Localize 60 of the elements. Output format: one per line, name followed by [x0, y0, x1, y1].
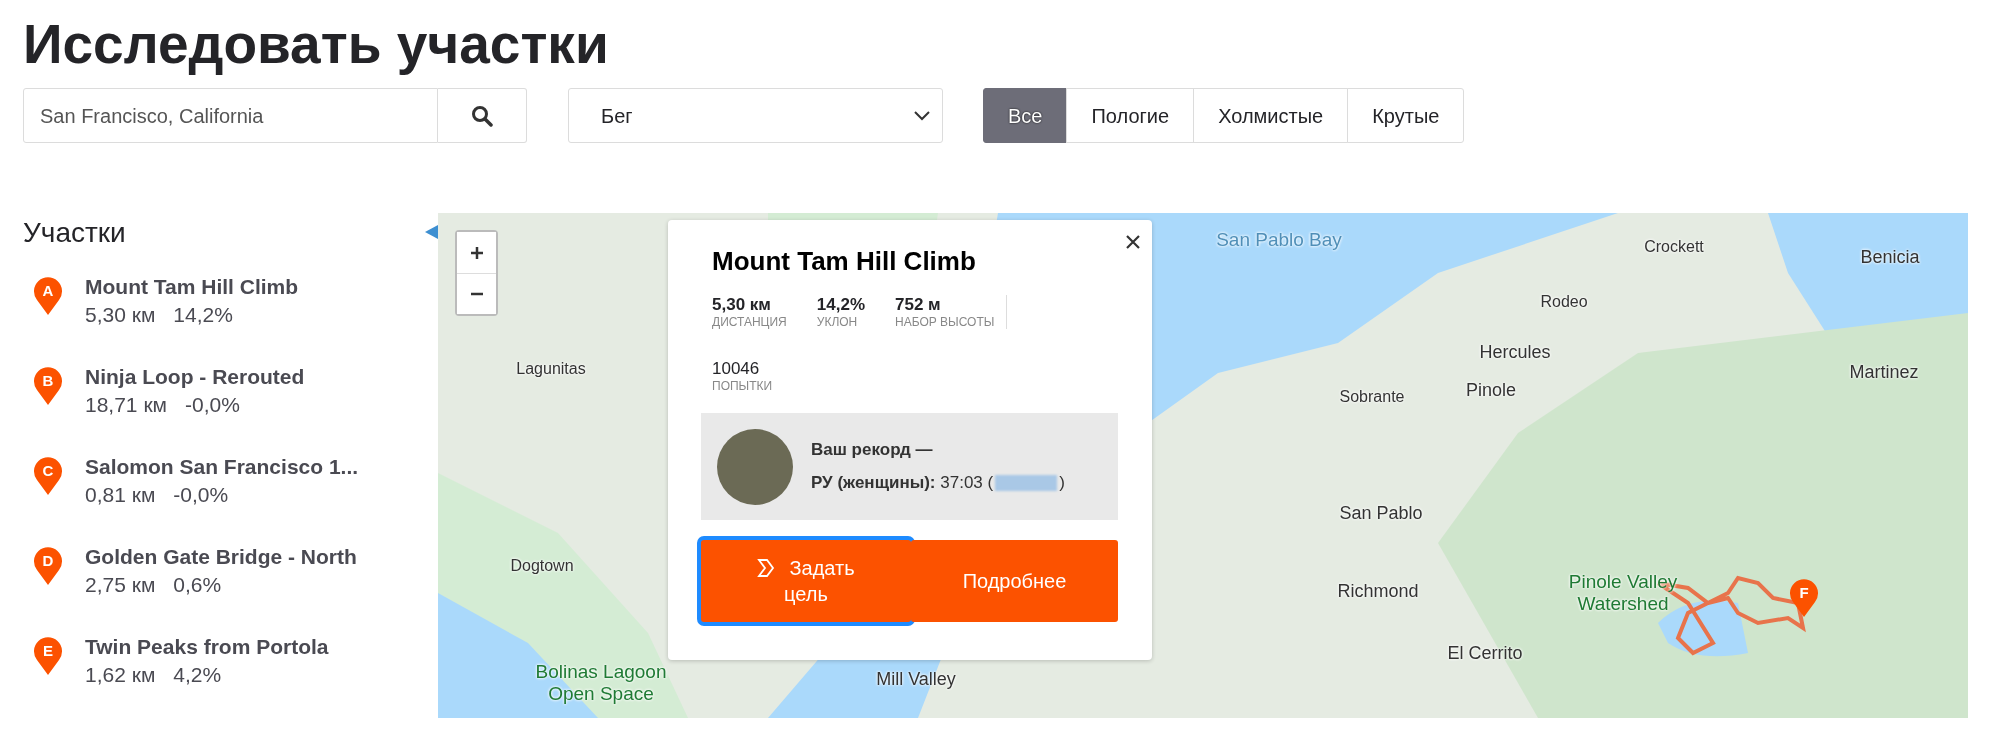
- stat-label: УКЛОН: [816, 315, 859, 329]
- plus-icon: [469, 245, 484, 260]
- redacted-name-placeholder: [995, 474, 1058, 491]
- map-place-label: El Cerrito: [1447, 641, 1523, 665]
- map-place-label: Rodeo: [1540, 292, 1588, 312]
- map-place-label: Richmond: [1337, 579, 1419, 603]
- segment-distance: 5,30 км: [85, 302, 156, 328]
- map-place-label: Crockett: [1644, 237, 1704, 257]
- map-place-label: Mill Valley: [876, 667, 956, 691]
- segment-name[interactable]: Mount Tam Hill Climb: [85, 274, 299, 300]
- map-place-label: Pinole Valley Watershed: [1567, 571, 1679, 615]
- segment-grade: 0,6%: [173, 572, 222, 598]
- segment-distance: 0,81 км: [85, 482, 156, 508]
- terrain-tab[interactable]: Холмистые: [1193, 88, 1349, 143]
- map-place-label: Sobrante: [1339, 387, 1405, 407]
- segment-grade: 4,2%: [173, 662, 222, 688]
- search-button[interactable]: [438, 88, 527, 143]
- terrain-tab[interactable]: Крутые: [1347, 88, 1465, 143]
- map-place-label: Bolinas Lagoon Open Space: [534, 661, 668, 705]
- map-place-label: Pinole: [1466, 378, 1516, 402]
- close-icon: [1126, 234, 1140, 249]
- map-place-label: San Pablo: [1339, 501, 1423, 525]
- stat-value: 5,30 км: [712, 295, 772, 315]
- segment-name[interactable]: Golden Gate Bridge - North: [85, 544, 357, 570]
- terrain-tab[interactable]: Все: [983, 88, 1068, 143]
- stat-value: 752 м: [895, 295, 942, 315]
- segment-grade: 14,2%: [173, 302, 233, 328]
- segment-name[interactable]: Salomon San Francisco 1...: [85, 454, 359, 480]
- record-heading: Ваш рекорд —: [811, 438, 934, 461]
- stat-value: 14,2%: [816, 295, 865, 315]
- map-place-label: Martinez: [1849, 360, 1919, 384]
- map-place-label: Benicia: [1860, 245, 1920, 269]
- segment-grade: -0,0%: [173, 482, 229, 508]
- segment-distance: 18,71 км: [85, 392, 167, 418]
- segment-grade: -0,0%: [185, 392, 240, 418]
- map-place-label: Hercules: [1479, 340, 1551, 364]
- chevron-down-icon: [914, 110, 930, 121]
- map-place-label: Dogtown: [510, 556, 574, 576]
- record-text-end: ): [1059, 471, 1065, 494]
- record-text: РУ (женщины): 37:03 (: [811, 471, 994, 494]
- minus-icon: [469, 292, 484, 296]
- segment-name[interactable]: Twin Peaks from Portola: [85, 634, 329, 660]
- terrain-tab[interactable]: Пологие: [1066, 88, 1195, 143]
- sidebar-title: Участки: [23, 216, 126, 250]
- search-icon: [471, 104, 493, 127]
- page-title: Исследовать участки: [23, 12, 610, 76]
- map-place-label: San Pablo Bay: [1216, 227, 1342, 252]
- stat-label: ДИСТАНЦИЯ: [712, 315, 787, 329]
- stat-label: НАБОР ВЫСОТЫ: [895, 315, 995, 329]
- segment-name[interactable]: Ninja Loop - Rerouted: [85, 364, 305, 390]
- stat-value: 10046: [712, 359, 761, 379]
- popup-title: Mount Tam Hill Climb: [712, 245, 977, 278]
- segment-distance: 1,62 км: [85, 662, 156, 688]
- sport-dropdown[interactable]: Бег: [568, 88, 943, 143]
- segment-distance: 2,75 км: [85, 572, 156, 598]
- chevron-icon: [757, 558, 776, 578]
- map-place-label: Lagunitas: [516, 359, 586, 379]
- stat-label: ПОПЫТКИ: [712, 379, 774, 393]
- collapse-triangle-icon[interactable]: [425, 225, 438, 239]
- search-field[interactable]: San Francisco, California: [23, 88, 438, 143]
